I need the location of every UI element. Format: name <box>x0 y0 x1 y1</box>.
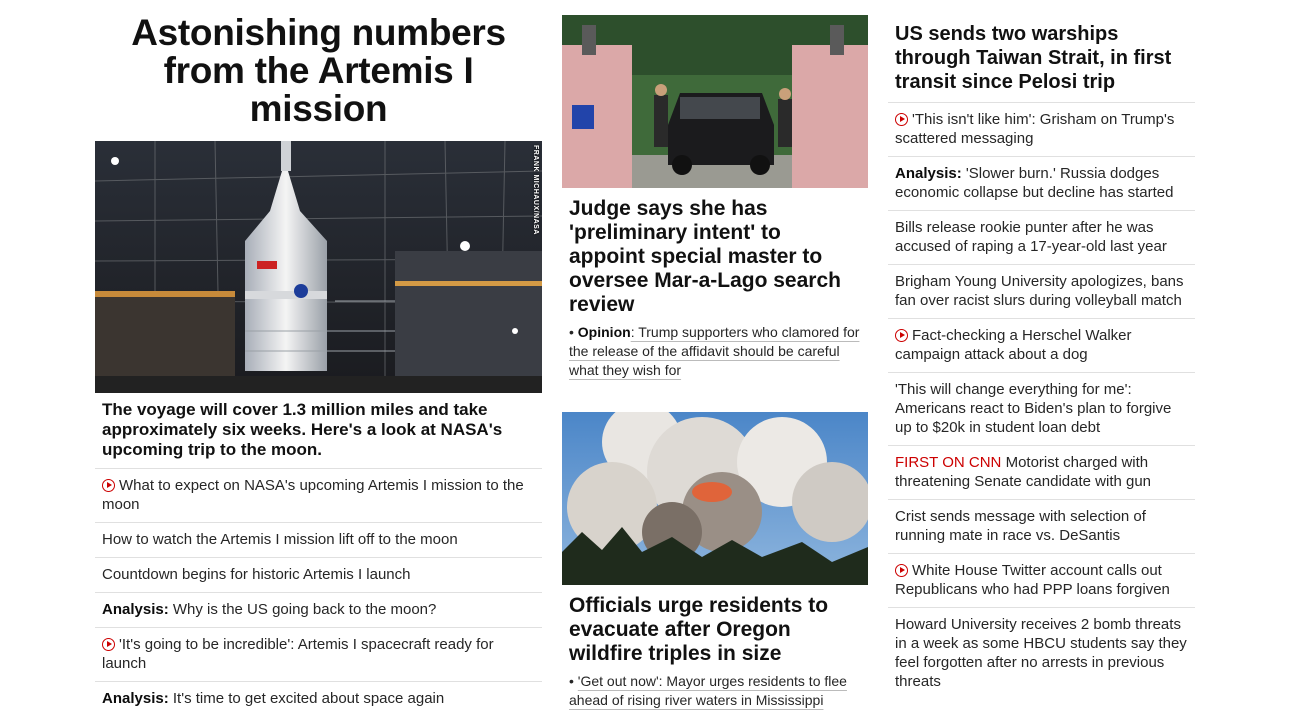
link-text: 'This isn't like him': Grisham on Trump'… <box>895 111 1175 147</box>
list-item[interactable]: Crist sends message with selection of ru… <box>888 499 1195 553</box>
link-text: White House Twitter account calls out Re… <box>895 562 1170 598</box>
link-text: 'It's going to be incredible': Artemis I… <box>102 636 494 672</box>
list-item[interactable]: Brigham Young University apologizes, ban… <box>888 264 1195 318</box>
label-tag: FIRST ON CNN <box>895 454 1002 471</box>
link-text: Howard University receives 2 bomb threat… <box>895 616 1187 690</box>
list-item[interactable]: Bills release rookie punter after he was… <box>888 210 1195 264</box>
play-video-icon <box>895 329 908 342</box>
list-item[interactable]: 'It's going to be incredible': Artemis I… <box>95 627 542 681</box>
link-text: Bills release rookie punter after he was… <box>895 219 1167 255</box>
taiwan-headline[interactable]: US sends two warships through Taiwan Str… <box>895 22 1188 94</box>
list-item[interactable]: Analysis: Why is the US going back to th… <box>95 592 542 627</box>
mar-a-lago-image[interactable] <box>562 15 868 188</box>
label-prefix: Analysis: <box>895 165 962 182</box>
list-item[interactable]: What to expect on NASA's upcoming Artemi… <box>95 468 542 522</box>
opinion-link[interactable]: • Opinion: Trump supporters who clamored… <box>569 323 861 380</box>
wildfire-headline[interactable]: Officials urge residents to evacuate aft… <box>569 594 861 666</box>
list-item[interactable]: Fact-checking a Herschel Walker campaign… <box>888 318 1195 372</box>
opinion-label: Opinion <box>577 324 631 340</box>
bullet: • <box>569 673 578 689</box>
mississippi-text: 'Get out now': Mayor urges residents to … <box>569 673 847 708</box>
link-text: Fact-checking a Herschel Walker campaign… <box>895 327 1132 363</box>
lead-related-links: What to expect on NASA's upcoming Artemi… <box>95 468 542 716</box>
link-text: Crist sends message with selection of ru… <box>895 508 1146 544</box>
link-text: Countdown begins for historic Artemis I … <box>102 566 411 583</box>
wildfire-image[interactable] <box>562 412 868 585</box>
list-item[interactable]: How to watch the Artemis I mission lift … <box>95 522 542 557</box>
list-item[interactable]: Analysis: It's time to get excited about… <box>95 681 542 716</box>
image-credit: FRANK MICHAUX/NASA <box>532 145 539 235</box>
list-item[interactable]: 'This will change everything for me': Am… <box>888 372 1195 445</box>
play-video-icon <box>895 564 908 577</box>
lead-headline[interactable]: Astonishing numbers from the Artemis I m… <box>95 14 542 128</box>
headline-list: 'This isn't like him': Grisham on Trump'… <box>888 102 1195 699</box>
label-prefix: Analysis: <box>102 601 169 618</box>
list-item[interactable]: Analysis: 'Slower burn.' Russia dodges e… <box>888 156 1195 210</box>
play-video-icon <box>102 638 115 651</box>
list-item[interactable]: Countdown begins for historic Artemis I … <box>95 557 542 592</box>
list-item[interactable]: Howard University receives 2 bomb threat… <box>888 607 1195 699</box>
mar-a-lago-headline[interactable]: Judge says she has 'preliminary intent' … <box>569 197 861 317</box>
lead-column: Astonishing numbers from the Artemis I m… <box>95 0 542 716</box>
bullet: • <box>569 324 578 340</box>
link-text: How to watch the Artemis I mission lift … <box>102 531 458 548</box>
link-text: What to expect on NASA's upcoming Artemi… <box>102 477 524 513</box>
play-video-icon <box>895 113 908 126</box>
mississippi-link[interactable]: • 'Get out now': Mayor urges residents t… <box>569 672 861 710</box>
list-item[interactable]: FIRST ON CNN Motorist charged with threa… <box>888 445 1195 499</box>
list-item[interactable]: White House Twitter account calls out Re… <box>888 553 1195 607</box>
list-item[interactable]: 'This isn't like him': Grisham on Trump'… <box>888 102 1195 156</box>
lead-caption[interactable]: The voyage will cover 1.3 million miles … <box>102 400 535 460</box>
artemis-rocket-image[interactable]: FRANK MICHAUX/NASA <box>95 141 542 393</box>
play-video-icon <box>102 479 115 492</box>
middle-column: Judge says she has 'preliminary intent' … <box>562 0 868 710</box>
right-column: US sends two warships through Taiwan Str… <box>888 0 1195 699</box>
link-text: Why is the US going back to the moon? <box>168 601 437 618</box>
link-text: 'This will change everything for me': Am… <box>895 381 1172 436</box>
link-text: It's time to get excited about space aga… <box>168 690 445 707</box>
link-text: Brigham Young University apologizes, ban… <box>895 273 1184 309</box>
label-prefix: Analysis: <box>102 690 169 707</box>
